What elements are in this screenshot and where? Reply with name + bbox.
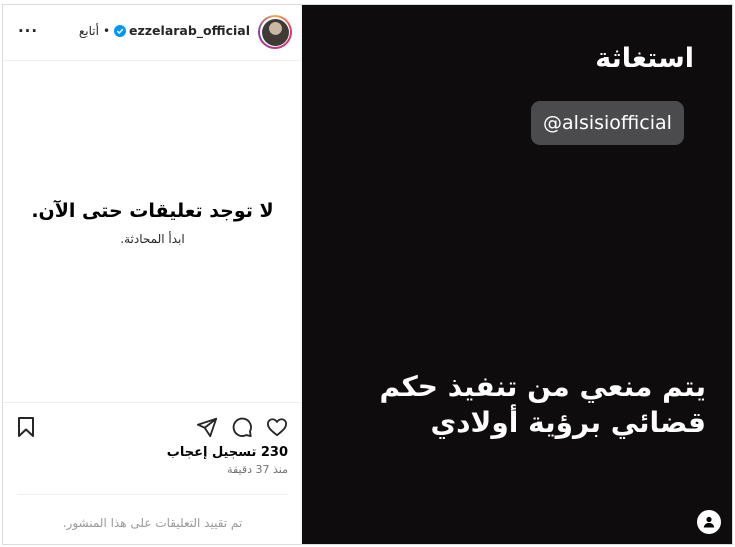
action-bar [3, 414, 302, 440]
separator-dot: • [102, 23, 111, 38]
media-title: استغاثة [595, 43, 694, 74]
username-link[interactable]: ezzelarab_official [129, 23, 250, 38]
avatar-image [261, 18, 289, 46]
post-header: ··· أتابع • ezzelarab_official [3, 5, 302, 61]
user-line: أتابع • ezzelarab_official [79, 23, 250, 38]
bookmark-icon [18, 417, 34, 437]
save-button[interactable] [13, 414, 39, 440]
empty-comments: لا توجد تعليقات حتى الآن. ابدأ المحادثة. [3, 200, 302, 246]
media-body-line-2: قضائي برؤية أولادي [430, 406, 707, 439]
share-button[interactable] [194, 414, 220, 440]
user-tag-icon[interactable] [697, 510, 721, 534]
follow-button[interactable]: أتابع [79, 24, 99, 38]
avatar[interactable] [258, 15, 292, 49]
post-media[interactable]: استغاثة @alsisiofficial يتم منعي من تنفي… [302, 5, 732, 544]
like-button[interactable] [264, 414, 290, 440]
comments-panel: ··· أتابع • ezzelarab_official لا توجد ت… [3, 5, 302, 544]
post-actions-section: 230 تسجيل إعجاب منذ 37 دقيقة تم تقييد ال… [3, 402, 302, 544]
comment-button[interactable] [229, 414, 255, 440]
post-timestamp[interactable]: منذ 37 دقيقة [227, 463, 288, 476]
share-icon [196, 417, 218, 438]
media-mention-tag: @alsisiofficial [531, 101, 684, 145]
comment-icon [232, 417, 252, 438]
heart-icon [266, 418, 287, 437]
media-body-text: يتم منعي من تنفيذ حكم قضائي برؤية أولادي [326, 369, 706, 441]
likes-count[interactable]: 230 تسجيل إعجاب [167, 445, 288, 460]
media-body-line-1: يتم منعي من تنفيذ حكم [379, 370, 706, 403]
comments-restricted-note: تم تقييد التعليقات على هذا المنشور. [62, 516, 243, 530]
divider [17, 494, 288, 495]
empty-comments-title: لا توجد تعليقات حتى الآن. [31, 200, 274, 222]
more-icon: ··· [17, 22, 39, 40]
verified-icon [114, 24, 127, 37]
empty-comments-subtitle: ابدأ المحادثة. [120, 232, 185, 246]
more-options-button[interactable]: ··· [17, 21, 39, 41]
